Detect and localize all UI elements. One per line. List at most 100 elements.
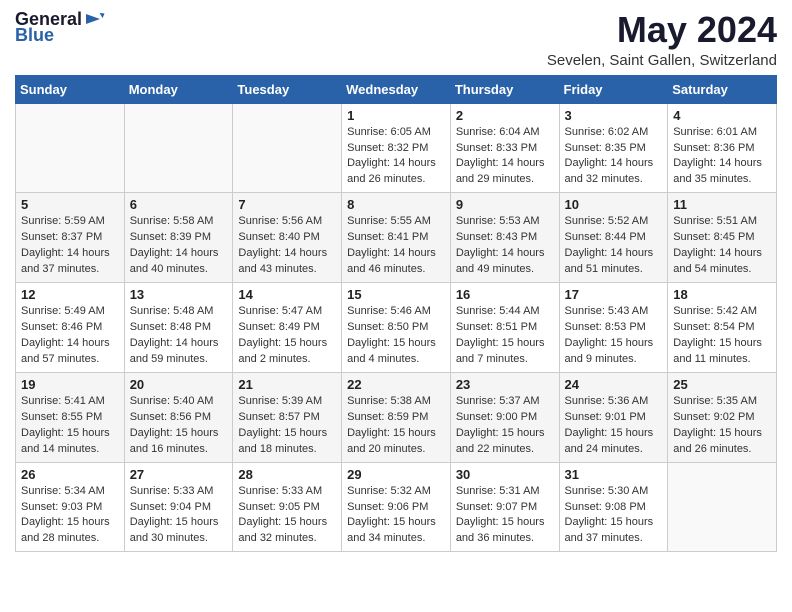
day-number: 26 — [21, 467, 119, 482]
day-info: Sunrise: 5:43 AMSunset: 8:53 PMDaylight:… — [565, 304, 663, 368]
day-cell: 1 Sunrise: 6:05 AMSunset: 8:32 PMDaylight… — [342, 103, 451, 193]
calendar-table: Sunday Monday Tuesday Wednesday Thursday… — [15, 75, 777, 553]
day-info: Sunrise: 5:33 AMSunset: 9:05 PMDaylight:… — [238, 484, 336, 548]
day-number: 25 — [673, 377, 771, 392]
day-info: Sunrise: 5:46 AMSunset: 8:50 PMDaylight:… — [347, 304, 445, 368]
day-info: Sunrise: 5:59 AMSunset: 8:37 PMDaylight:… — [21, 214, 119, 278]
day-number: 2 — [456, 108, 554, 123]
day-cell: 28 Sunrise: 5:33 AMSunset: 9:05 PMDayligh… — [233, 462, 342, 552]
day-cell: 9 Sunrise: 5:53 AMSunset: 8:43 PMDaylight… — [450, 193, 559, 283]
day-number: 18 — [673, 287, 771, 302]
calendar-body: 1 Sunrise: 6:05 AMSunset: 8:32 PMDaylight… — [16, 103, 777, 552]
day-number: 9 — [456, 197, 554, 212]
day-cell: 31Sunrise: 5:30 AMSunset: 9:08 PMDayligh… — [559, 462, 668, 552]
calendar-header: Sunday Monday Tuesday Wednesday Thursday… — [16, 75, 777, 103]
day-info: Sunrise: 5:33 AMSunset: 9:04 PMDaylight:… — [130, 484, 228, 548]
day-cell — [124, 103, 233, 193]
col-friday: Friday — [559, 75, 668, 103]
day-cell: 13Sunrise: 5:48 AMSunset: 8:48 PMDayligh… — [124, 283, 233, 373]
day-number: 30 — [456, 467, 554, 482]
day-number: 11 — [673, 197, 771, 212]
page-header: General Blue May 2024 Sevelen, Saint Gal… — [15, 10, 777, 69]
day-number: 16 — [456, 287, 554, 302]
week-row-2: 5 Sunrise: 5:59 AMSunset: 8:37 PMDaylight… — [16, 193, 777, 283]
day-info: Sunrise: 5:32 AMSunset: 9:06 PMDaylight:… — [347, 484, 445, 548]
col-tuesday: Tuesday — [233, 75, 342, 103]
day-info: Sunrise: 5:30 AMSunset: 9:08 PMDaylight:… — [565, 484, 663, 548]
day-info: Sunrise: 6:04 AMSunset: 8:33 PMDaylight:… — [456, 125, 554, 189]
day-cell: 27Sunrise: 5:33 AMSunset: 9:04 PMDayligh… — [124, 462, 233, 552]
day-number: 10 — [565, 197, 663, 212]
day-number: 13 — [130, 287, 228, 302]
day-info: Sunrise: 5:52 AMSunset: 8:44 PMDaylight:… — [565, 214, 663, 278]
day-cell: 8 Sunrise: 5:55 AMSunset: 8:41 PMDaylight… — [342, 193, 451, 283]
day-cell: 10 Sunrise: 5:52 AMSunset: 8:44 PMDayligh… — [559, 193, 668, 283]
day-cell: 20Sunrise: 5:40 AMSunset: 8:56 PMDayligh… — [124, 372, 233, 462]
day-number: 23 — [456, 377, 554, 392]
day-info: Sunrise: 5:55 AMSunset: 8:41 PMDaylight:… — [347, 214, 445, 278]
col-saturday: Saturday — [668, 75, 777, 103]
day-info: Sunrise: 5:58 AMSunset: 8:39 PMDaylight:… — [130, 214, 228, 278]
day-info: Sunrise: 6:05 AMSunset: 8:32 PMDaylight:… — [347, 125, 445, 189]
week-row-3: 12 Sunrise: 5:49 AMSunset: 8:46 PMDayligh… — [16, 283, 777, 373]
day-number: 28 — [238, 467, 336, 482]
day-number: 8 — [347, 197, 445, 212]
day-number: 1 — [347, 108, 445, 123]
day-number: 6 — [130, 197, 228, 212]
day-cell: 26Sunrise: 5:34 AMSunset: 9:03 PMDayligh… — [16, 462, 125, 552]
col-wednesday: Wednesday — [342, 75, 451, 103]
day-cell: 6 Sunrise: 5:58 AMSunset: 8:39 PMDaylight… — [124, 193, 233, 283]
day-number: 29 — [347, 467, 445, 482]
day-cell: 29 Sunrise: 5:32 AMSunset: 9:06 PMDayligh… — [342, 462, 451, 552]
title-block: May 2024 Sevelen, Saint Gallen, Switzerl… — [547, 10, 777, 69]
day-info: Sunrise: 5:37 AMSunset: 9:00 PMDaylight:… — [456, 394, 554, 458]
day-info: Sunrise: 5:56 AMSunset: 8:40 PMDaylight:… — [238, 214, 336, 278]
day-info: Sunrise: 5:44 AMSunset: 8:51 PMDaylight:… — [456, 304, 554, 368]
day-cell: 4Sunrise: 6:01 AMSunset: 8:36 PMDaylight… — [668, 103, 777, 193]
day-cell: 12 Sunrise: 5:49 AMSunset: 8:46 PMDayligh… — [16, 283, 125, 373]
day-cell — [668, 462, 777, 552]
day-number: 19 — [21, 377, 119, 392]
day-info: Sunrise: 5:36 AMSunset: 9:01 PMDaylight:… — [565, 394, 663, 458]
day-info: Sunrise: 6:02 AMSunset: 8:35 PMDaylight:… — [565, 125, 663, 189]
day-cell: 17Sunrise: 5:43 AMSunset: 8:53 PMDayligh… — [559, 283, 668, 373]
day-cell: 25 Sunrise: 5:35 AMSunset: 9:02 PMDayligh… — [668, 372, 777, 462]
header-row: Sunday Monday Tuesday Wednesday Thursday… — [16, 75, 777, 103]
day-cell: 14Sunrise: 5:47 AMSunset: 8:49 PMDayligh… — [233, 283, 342, 373]
day-cell: 2 Sunrise: 6:04 AMSunset: 8:33 PMDaylight… — [450, 103, 559, 193]
day-info: Sunrise: 5:53 AMSunset: 8:43 PMDaylight:… — [456, 214, 554, 278]
day-cell: 24Sunrise: 5:36 AMSunset: 9:01 PMDayligh… — [559, 372, 668, 462]
col-thursday: Thursday — [450, 75, 559, 103]
day-info: Sunrise: 5:35 AMSunset: 9:02 PMDaylight:… — [673, 394, 771, 458]
day-number: 22 — [347, 377, 445, 392]
day-number: 7 — [238, 197, 336, 212]
day-cell: 5 Sunrise: 5:59 AMSunset: 8:37 PMDaylight… — [16, 193, 125, 283]
day-info: Sunrise: 5:41 AMSunset: 8:55 PMDaylight:… — [21, 394, 119, 458]
day-number: 5 — [21, 197, 119, 212]
day-cell: 3Sunrise: 6:02 AMSunset: 8:35 PMDaylight… — [559, 103, 668, 193]
day-cell: 15 Sunrise: 5:46 AMSunset: 8:50 PMDayligh… — [342, 283, 451, 373]
week-row-1: 1 Sunrise: 6:05 AMSunset: 8:32 PMDaylight… — [16, 103, 777, 193]
day-cell — [233, 103, 342, 193]
day-info: Sunrise: 5:47 AMSunset: 8:49 PMDaylight:… — [238, 304, 336, 368]
subtitle: Sevelen, Saint Gallen, Switzerland — [547, 52, 777, 69]
day-cell: 30Sunrise: 5:31 AMSunset: 9:07 PMDayligh… — [450, 462, 559, 552]
day-cell: 7 Sunrise: 5:56 AMSunset: 8:40 PMDaylight… — [233, 193, 342, 283]
day-number: 4 — [673, 108, 771, 123]
day-cell — [16, 103, 125, 193]
day-cell: 23 Sunrise: 5:37 AMSunset: 9:00 PMDayligh… — [450, 372, 559, 462]
day-info: Sunrise: 5:42 AMSunset: 8:54 PMDaylight:… — [673, 304, 771, 368]
day-cell: 18 Sunrise: 5:42 AMSunset: 8:54 PMDayligh… — [668, 283, 777, 373]
logo-icon — [84, 8, 106, 30]
col-monday: Monday — [124, 75, 233, 103]
col-sunday: Sunday — [16, 75, 125, 103]
day-number: 12 — [21, 287, 119, 302]
day-info: Sunrise: 5:40 AMSunset: 8:56 PMDaylight:… — [130, 394, 228, 458]
day-cell: 21Sunrise: 5:39 AMSunset: 8:57 PMDayligh… — [233, 372, 342, 462]
day-info: Sunrise: 5:38 AMSunset: 8:59 PMDaylight:… — [347, 394, 445, 458]
day-cell: 22 Sunrise: 5:38 AMSunset: 8:59 PMDayligh… — [342, 372, 451, 462]
day-info: Sunrise: 5:49 AMSunset: 8:46 PMDaylight:… — [21, 304, 119, 368]
day-number: 15 — [347, 287, 445, 302]
main-title: May 2024 — [547, 10, 777, 50]
day-cell: 11Sunrise: 5:51 AMSunset: 8:45 PMDayligh… — [668, 193, 777, 283]
